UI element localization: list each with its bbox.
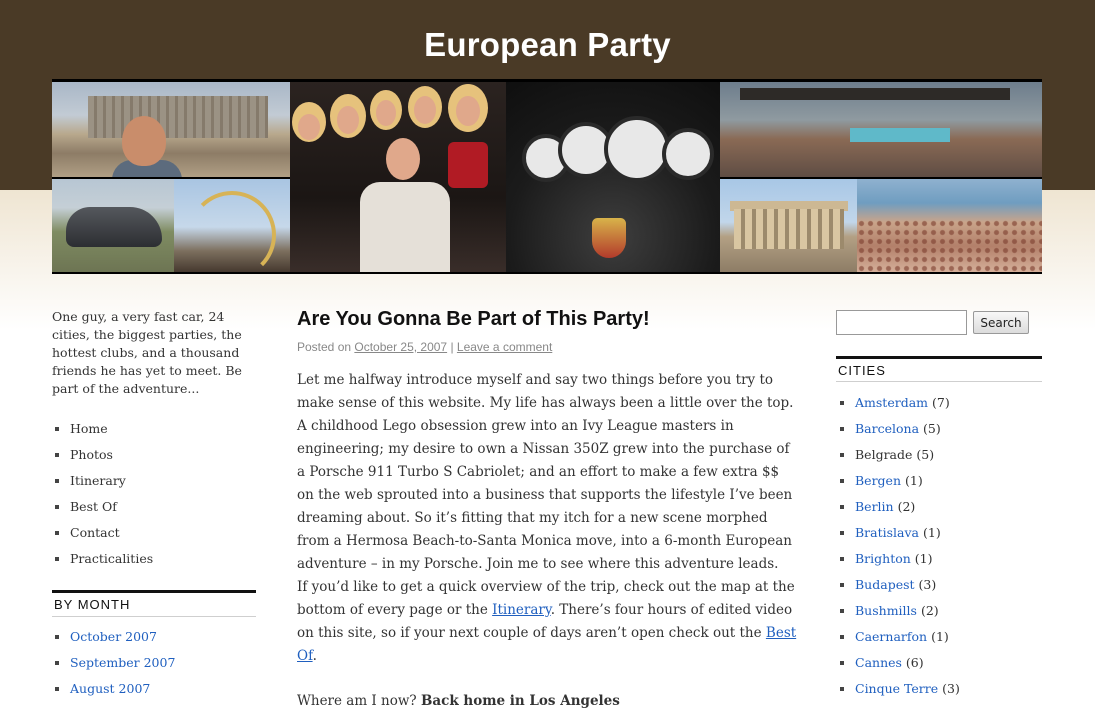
post-paragraph-intro: Let me halfway introduce myself and say … [297, 372, 794, 572]
city-post-count: (1) [931, 629, 949, 644]
city-item: Amsterdam (7) [836, 394, 960, 420]
site-title[interactable]: European Party [0, 26, 1095, 64]
main-nav: Home Photos Itinerary Best Of Contact Pr… [52, 420, 153, 576]
post-title[interactable]: Are You Gonna Be Part of This Party! [297, 308, 650, 331]
overview-text-c: . [312, 648, 317, 664]
photo-party-group [290, 82, 506, 272]
city-link[interactable]: Brighton [855, 551, 911, 566]
cities-list: Amsterdam (7) Barcelona (5) Belgrade (5) Be… [836, 394, 960, 706]
posted-on-label: Posted on [297, 340, 355, 354]
city-link[interactable]: Bratislava [855, 525, 919, 540]
nav-photos[interactable]: Photos [52, 446, 153, 472]
nav-practicalities[interactable]: Practicalities [52, 550, 153, 576]
itinerary-link[interactable]: Itinerary [492, 602, 551, 618]
current-location-value: Back home in Los Angeles [420, 693, 620, 709]
city-link[interactable]: Cannes [855, 655, 902, 670]
city-post-count: (2) [920, 603, 939, 618]
month-link-august-2007[interactable]: August 2007 [52, 680, 175, 706]
city-post-count: (5) [916, 447, 935, 462]
photo-terrace [720, 82, 1042, 177]
city-link[interactable]: Barcelona [855, 421, 919, 436]
city-item: Berlin (2) [836, 498, 960, 524]
nav-contact[interactable]: Contact [52, 524, 153, 550]
current-location: Where am I now? Back home in Los Angeles [297, 690, 799, 713]
month-link-september-2007[interactable]: September 2007 [52, 654, 175, 680]
photo-amusement-ride [174, 179, 290, 272]
city-item: Brighton (1) [836, 550, 960, 576]
search-button[interactable]: Search [973, 311, 1029, 334]
month-link-october-2007[interactable]: October 2007 [52, 628, 175, 654]
city-post-count: (2) [897, 499, 916, 514]
city-link[interactable]: Bushmills [855, 603, 917, 618]
month-archive-list: October 2007 September 2007 August 2007 [52, 628, 175, 706]
city-item: Bratislava (1) [836, 524, 960, 550]
photo-parthenon [720, 179, 857, 272]
post-paragraph-overview: If you’d like to get a quick overview of… [297, 576, 799, 668]
post-date-link[interactable]: October 25, 2007 [354, 340, 447, 354]
city-link[interactable]: Amsterdam [855, 395, 928, 410]
post-meta: Posted on October 25, 2007 | Leave a com… [297, 340, 552, 354]
city-item: Cinque Terre (3) [836, 680, 960, 706]
city-post-count: (1) [914, 551, 933, 566]
city-post-count: (7) [931, 395, 950, 410]
photo-car [52, 179, 174, 272]
city-post-count: (1) [923, 525, 941, 540]
header-photo-collage [52, 79, 1042, 274]
city-item: Budapest (3) [836, 576, 960, 602]
nav-best-of[interactable]: Best Of [52, 498, 153, 524]
current-location-label: Where am I now? [297, 693, 421, 709]
city-item: Bushmills (2) [836, 602, 960, 628]
city-link[interactable]: Berlin [855, 499, 894, 514]
city-link[interactable]: Bergen [855, 473, 901, 488]
city-link[interactable]: Budapest [855, 577, 915, 592]
nav-home[interactable]: Home [52, 420, 153, 446]
search-input[interactable] [836, 310, 967, 335]
site-tagline: One guy, a very fast car, 24 cities, the… [52, 309, 242, 396]
photo-palace [52, 82, 290, 177]
photo-beach-crowd [857, 179, 1042, 272]
by-month-heading: BY MONTH [52, 590, 256, 617]
city-post-count: (5) [923, 421, 941, 436]
city-post-count: (1) [905, 473, 923, 488]
meta-separator: | [447, 340, 457, 354]
city-post-count: (6) [905, 655, 924, 670]
city-link[interactable]: Belgrade [855, 447, 912, 462]
photo-porsche-dashboard [506, 82, 720, 272]
post-body: Let me halfway introduce myself and say … [297, 369, 799, 713]
city-item: Bergen (1) [836, 472, 960, 498]
city-post-count: (3) [942, 681, 960, 696]
city-item: Belgrade (5) [836, 446, 960, 472]
city-link[interactable]: Caernarfon [855, 629, 927, 644]
cities-heading: CITIES [836, 356, 1042, 382]
city-item: Caernarfon (1) [836, 628, 960, 654]
city-item: Cannes (6) [836, 654, 960, 680]
city-post-count: (3) [918, 577, 937, 592]
city-link[interactable]: Cinque Terre [855, 681, 938, 696]
nav-itinerary[interactable]: Itinerary [52, 472, 153, 498]
leave-comment-link[interactable]: Leave a comment [457, 340, 552, 354]
city-item: Barcelona (5) [836, 420, 960, 446]
